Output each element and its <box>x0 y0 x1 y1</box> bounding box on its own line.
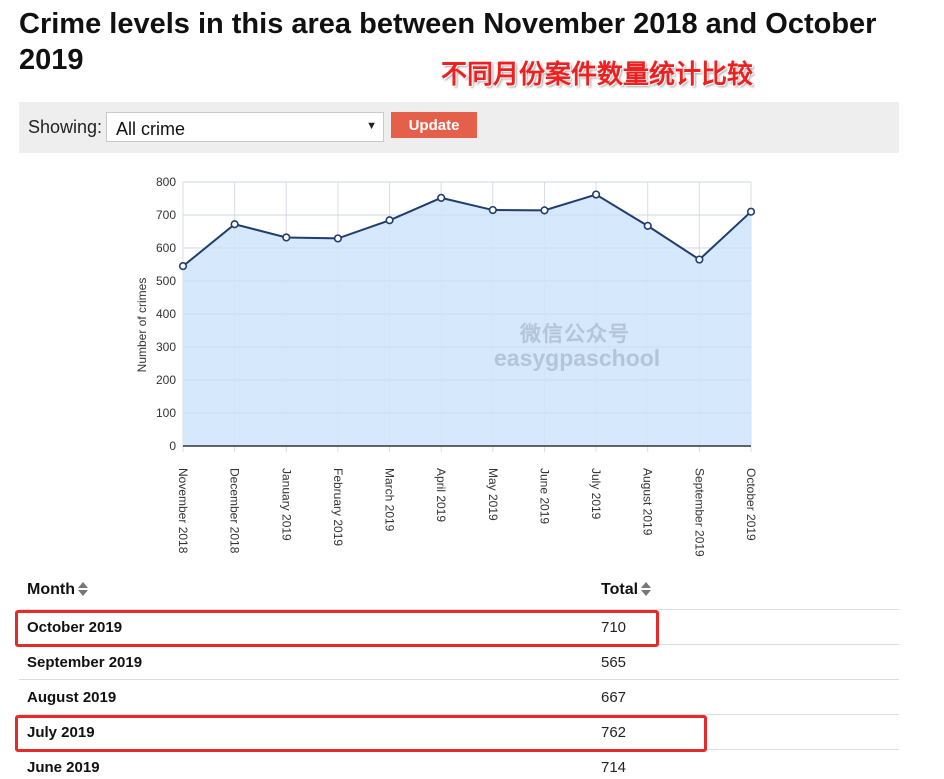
y-tick-label: 500 <box>156 274 176 288</box>
data-point <box>540 206 549 215</box>
data-point <box>178 262 188 271</box>
highlight-box <box>15 715 707 752</box>
total-cell: 714 <box>601 759 627 776</box>
month-cell: August 2019 <box>27 689 117 706</box>
data-point <box>746 207 756 216</box>
page: Crime levels in this area between Novemb… <box>0 0 944 779</box>
data-point <box>643 221 652 230</box>
data-point <box>695 255 704 264</box>
x-tick-label: December 2018 <box>228 468 242 554</box>
x-tick-label: July 2019 <box>589 468 603 520</box>
y-axis-label: Number of crimes <box>135 278 149 373</box>
x-tick-label: May 2019 <box>486 468 500 521</box>
data-point <box>437 193 446 202</box>
table-header: Month Total <box>19 575 899 610</box>
y-tick-label: 0 <box>169 439 176 453</box>
y-tick-label: 800 <box>156 175 176 189</box>
sort-icon <box>77 582 88 596</box>
watermark-cn: 微信公众号 <box>520 322 630 346</box>
month-cell: September 2019 <box>27 654 143 671</box>
y-tick-label: 700 <box>156 208 176 222</box>
data-point <box>333 234 343 243</box>
month-cell: June 2019 <box>27 759 100 776</box>
total-column-header[interactable]: Total <box>601 581 652 599</box>
y-tick-label: 100 <box>156 406 176 420</box>
table-row: September 2019 565 <box>19 645 899 680</box>
crime-line-chart: 0 100 200 300 400 500 600 700 800 November 2018 De… <box>135 175 758 557</box>
sort-icon <box>641 582 652 596</box>
y-tick-label: 200 <box>156 373 176 387</box>
table-row: June 2019 714 <box>19 750 899 779</box>
month-header-label: Month <box>27 581 75 598</box>
data-point <box>230 220 239 229</box>
data-point <box>282 233 291 242</box>
x-tick-label: June 2019 <box>537 468 551 524</box>
x-tick-label: September 2019 <box>692 468 706 557</box>
highlight-box <box>15 610 659 647</box>
x-tick-label: February 2019 <box>331 468 345 546</box>
x-tick-label: April 2019 <box>434 468 448 522</box>
total-cell: 667 <box>601 689 627 706</box>
x-tick-label: March 2019 <box>383 468 397 532</box>
total-cell: 565 <box>601 654 627 671</box>
data-point <box>385 216 394 225</box>
month-column-header[interactable]: Month <box>27 581 88 599</box>
x-tick-label: October 2019 <box>744 468 758 541</box>
x-tick-label: January 2019 <box>279 468 293 541</box>
total-header-label: Total <box>601 581 639 598</box>
watermark-en: easygpaschool <box>494 345 661 371</box>
table-row: August 2019 667 <box>19 680 899 715</box>
data-point <box>488 205 497 215</box>
y-tick-label: 400 <box>156 307 176 321</box>
y-tick-label: 300 <box>156 340 176 354</box>
x-tick-label: August 2019 <box>641 468 655 536</box>
x-tick-label: November 2018 <box>176 468 190 554</box>
y-tick-label: 600 <box>156 241 176 255</box>
data-point <box>591 190 601 199</box>
